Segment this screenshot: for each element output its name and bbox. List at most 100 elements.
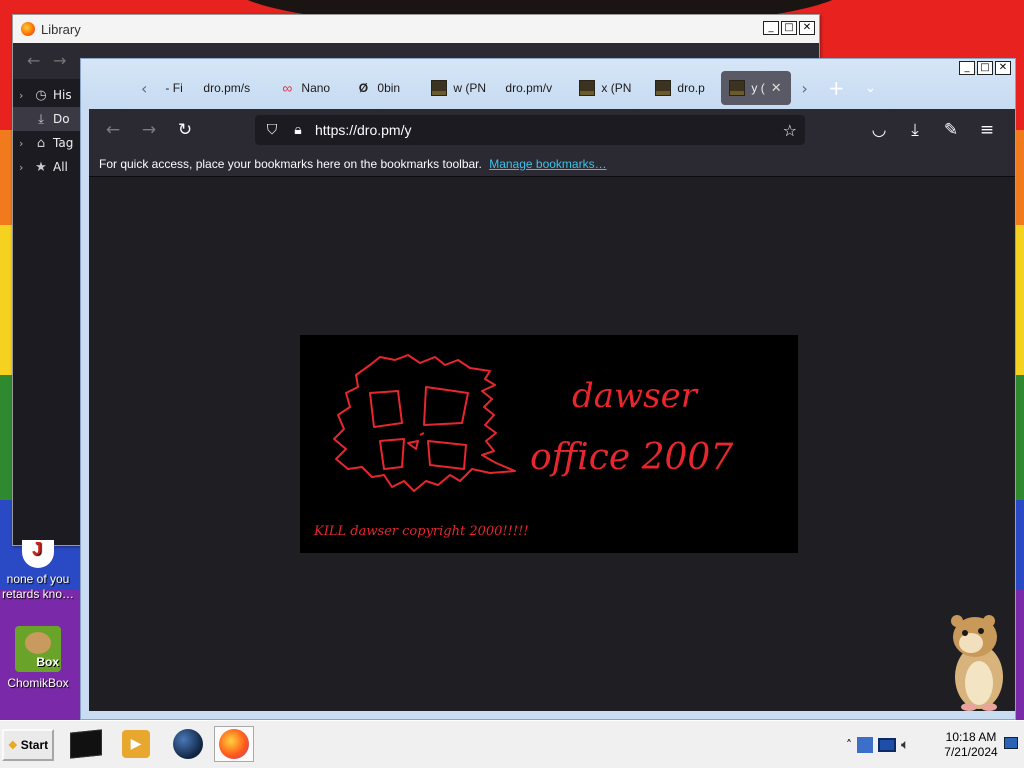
sidebar-item-label: Do: [53, 112, 70, 126]
clock-time: 10:18 AM: [945, 730, 997, 744]
art-title: dawser: [572, 376, 699, 416]
desktop-icon-file[interactable]: J none of you retards kno…: [0, 540, 76, 602]
globe-icon: [173, 729, 203, 759]
extensions-icon[interactable]: ✎: [933, 114, 969, 146]
close-button[interactable]: ✕: [799, 21, 815, 35]
start-label: Start: [20, 738, 49, 752]
taskbar-app-terminal[interactable]: [66, 726, 106, 762]
image-thumb-icon: [431, 80, 448, 96]
maximize-button[interactable]: □: [781, 21, 797, 35]
download-icon: ⤓: [38, 111, 44, 127]
taskbar-clock[interactable]: 10:18 AM 7/21/2024: [938, 730, 1004, 760]
tab-item[interactable]: Ø 0bin: [347, 71, 423, 105]
0bin-icon: Ø: [358, 81, 369, 95]
firefox-icon: [219, 729, 249, 759]
file-icon: J: [22, 540, 54, 568]
firefox-window[interactable]: ‹ - Fi dro.pm/s ∞ Nano Ø 0bin w (PN dro.…: [80, 58, 1016, 768]
taskbar-app-globe[interactable]: [168, 726, 208, 762]
pocket-icon[interactable]: ◡: [861, 114, 897, 146]
tab-item[interactable]: x (PN: [571, 71, 647, 105]
art-footer: KILL dawser copyright 2000!!!!!: [313, 524, 529, 539]
desktop-icon-chomikbox[interactable]: Box ChomikBox: [0, 626, 76, 691]
tab-item[interactable]: dro.pm/v: [497, 71, 571, 105]
chevron-right-icon[interactable]: ›: [19, 137, 29, 150]
forward-icon[interactable]: →: [53, 51, 66, 70]
tab-item[interactable]: dro.pm/s: [195, 71, 271, 105]
image-thumb-icon: [579, 80, 596, 96]
chevron-right-icon[interactable]: ›: [19, 161, 29, 174]
back-icon[interactable]: ←: [27, 51, 40, 70]
notification-icon[interactable]: [1004, 737, 1018, 749]
url-text[interactable]: https://dro.pm/y: [315, 122, 411, 138]
image-thumb-icon: [729, 80, 746, 96]
sidebar-item-downloads[interactable]: ⤓ Do: [13, 107, 89, 131]
menu-icon[interactable]: ≡: [969, 114, 1005, 146]
minimize-button[interactable]: _: [959, 61, 975, 75]
tab-scroll-right-button[interactable]: ›: [791, 79, 817, 98]
chevron-right-icon[interactable]: ›: [19, 89, 29, 102]
bookmark-star-icon[interactable]: ☆: [783, 121, 797, 140]
forward-button[interactable]: →: [131, 114, 167, 146]
sidebar-item-tags[interactable]: › ⌂ Tag: [19, 131, 89, 155]
tab-item[interactable]: ∞ Nano: [271, 71, 347, 105]
speaker-icon[interactable]: 🔈︎: [901, 737, 909, 753]
close-tab-icon[interactable]: ✕: [771, 80, 782, 96]
terminal-icon: [70, 729, 102, 759]
start-button[interactable]: ❖ Start: [2, 729, 54, 761]
clock-icon: ◷: [35, 87, 47, 103]
sidebar-item-history[interactable]: › ◷ His: [19, 83, 89, 107]
scribble-drawing: dawser office 2007 KILL dawser copyright…: [313, 354, 733, 539]
image-thumb-icon: [655, 80, 672, 96]
tab-label: w (PN: [453, 81, 487, 95]
minimize-button[interactable]: _: [763, 21, 779, 35]
tab-label: - Fi: [165, 81, 183, 95]
icon-badge: Box: [36, 655, 59, 669]
hamster-icon: Box: [15, 626, 61, 672]
tab-item[interactable]: dro.p: [647, 71, 721, 105]
lock-icon[interactable]: 🔒︎: [285, 122, 311, 138]
monitor-icon[interactable]: [878, 738, 896, 752]
tab-item[interactable]: - Fi: [157, 71, 195, 105]
back-button[interactable]: ←: [95, 114, 131, 146]
taskbar-app-media-player[interactable]: ▶: [116, 726, 156, 762]
tab-label: x (PN: [601, 81, 632, 95]
tag-icon: ⌂: [36, 135, 46, 151]
firefox-logo-icon: [21, 22, 35, 36]
close-button[interactable]: ✕: [995, 61, 1011, 75]
taskbar: ❖ Start ▶ ˄ 🔈︎ 10:18 AM 7/21/2024: [0, 720, 1024, 768]
library-titlebar[interactable]: Library: [13, 15, 819, 43]
tab-label: y (: [751, 81, 765, 95]
navigation-toolbar: ← → ↻ ⛉ 🔒︎ https://dro.pm/y ☆ ◡ ⤓ ✎ ≡: [89, 109, 1015, 151]
bookmarks-toolbar: For quick access, place your bookmarks h…: [89, 151, 1015, 177]
system-tray: ˄ 🔈︎: [846, 727, 909, 763]
sidebar-item-all-bookmarks[interactable]: › ★ All: [19, 155, 89, 179]
tab-scroll-left-button[interactable]: ‹: [131, 79, 157, 98]
desktop-icon-label: ChomikBox: [7, 676, 69, 690]
url-bar[interactable]: ⛉ 🔒︎ https://dro.pm/y ☆: [255, 115, 805, 145]
maximize-button[interactable]: □: [977, 61, 993, 75]
tab-item-active[interactable]: y ( ✕: [721, 71, 792, 105]
library-sidebar: › ◷ His ⤓ Do › ⌂ Tag › ★ All: [13, 83, 89, 179]
media-player-icon: ▶: [122, 730, 150, 758]
toolbar-right: ◡ ⤓ ✎ ≡: [861, 114, 1005, 146]
star-icon: ★: [35, 159, 47, 175]
downloads-icon[interactable]: ⤓: [897, 114, 933, 146]
reload-button[interactable]: ↻: [167, 114, 203, 146]
firefox-titlebar[interactable]: ‹ - Fi dro.pm/s ∞ Nano Ø 0bin w (PN dro.…: [81, 59, 1015, 109]
tab-strip: ‹ - Fi dro.pm/s ∞ Nano Ø 0bin w (PN dro.…: [131, 71, 886, 105]
clock-date: 7/21/2024: [944, 745, 998, 759]
manage-bookmarks-link[interactable]: Manage bookmarks…: [489, 157, 606, 171]
taskbar-app-firefox[interactable]: [214, 726, 254, 762]
tab-label: Nano: [301, 81, 331, 95]
tab-item[interactable]: w (PN: [423, 71, 497, 105]
list-all-tabs-button[interactable]: ⌄: [855, 80, 887, 96]
displayed-image: dawser office 2007 KILL dawser copyright…: [300, 335, 798, 553]
shield-icon[interactable]: ⛉: [259, 122, 285, 138]
sidebar-item-label: All: [53, 160, 68, 174]
new-tab-button[interactable]: +: [818, 76, 855, 100]
tab-label: dro.pm/s: [203, 81, 251, 95]
tab-label: 0bin: [377, 81, 401, 95]
chevron-up-icon[interactable]: ˄: [846, 738, 852, 752]
scribble-logo-icon: [333, 354, 516, 492]
network-drive-icon[interactable]: [857, 737, 873, 753]
